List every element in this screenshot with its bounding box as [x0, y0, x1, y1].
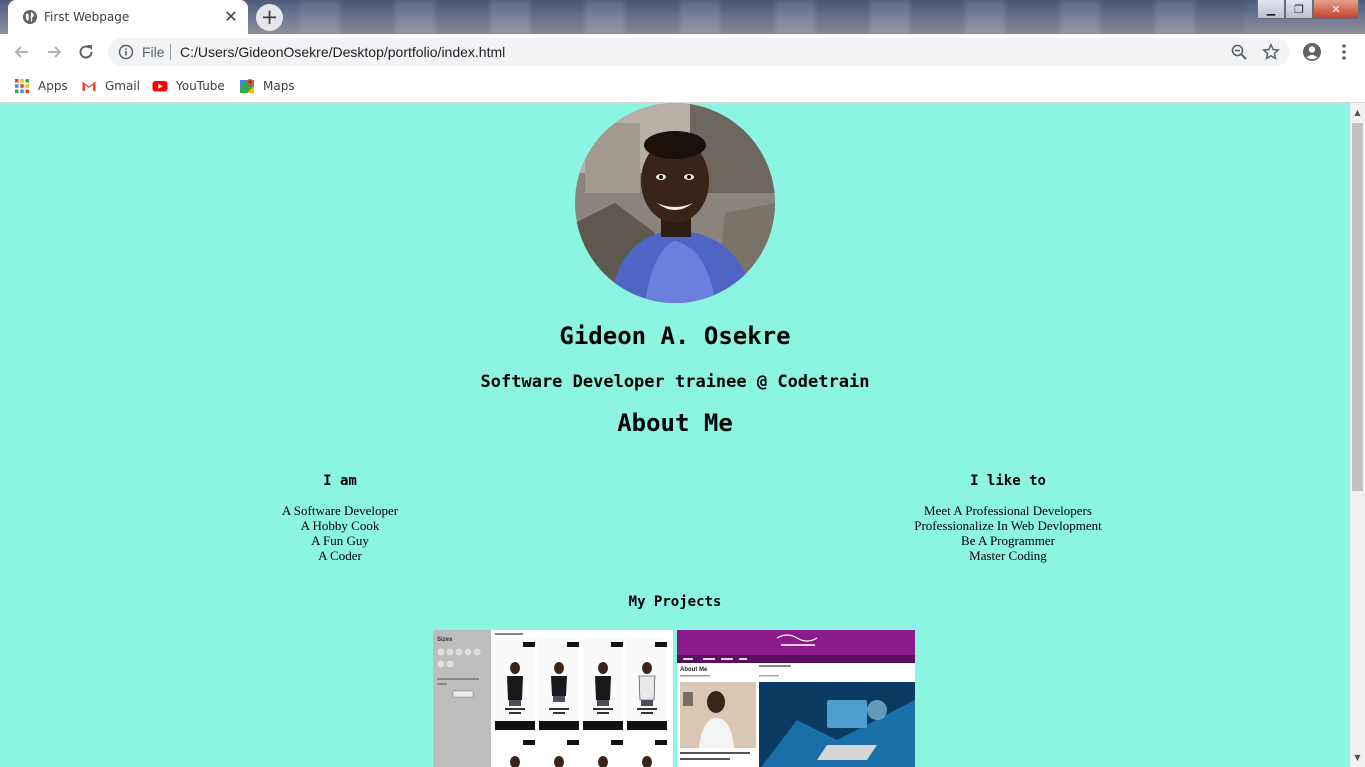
bookmark-gmail[interactable]: Gmail — [81, 75, 140, 97]
list-item: A Hobby Cook — [300, 518, 380, 533]
list-item: Master Coding — [969, 548, 1047, 563]
i-am-heading: I am — [323, 473, 357, 489]
close-icon: ✕ — [1331, 2, 1341, 16]
profile-photo — [575, 103, 775, 303]
bookmark-apps[interactable]: Apps — [14, 75, 68, 97]
bookmark-maps[interactable]: Maps — [239, 75, 295, 97]
reload-icon — [79, 45, 93, 59]
account-icon[interactable] — [1302, 42, 1322, 62]
gmail-icon — [82, 81, 96, 91]
bookmark-label: Maps — [263, 79, 295, 93]
address-bar[interactable]: File C:/Users/GideonOsekre/Desktop/portf… — [108, 38, 1290, 66]
bookmark-star-icon[interactable] — [1262, 43, 1280, 61]
scrollbar-thumb[interactable] — [1352, 123, 1363, 491]
i-like-list: Meet A Professional Developers Professio… — [858, 503, 1158, 563]
info-icon[interactable] — [118, 44, 134, 60]
list-item: Be A Programmer — [961, 533, 1055, 548]
bookmarks-bar: Apps Gmail YouTube Maps — [0, 70, 1365, 103]
i-like-section: I like to Meet A Professional Developers… — [858, 473, 1158, 563]
shop-screenshot: Sizes — [433, 630, 673, 767]
close-tab-icon[interactable]: ✕ — [222, 8, 240, 26]
back-button[interactable] — [8, 38, 36, 66]
maximize-button[interactable]: ❐ — [1285, 0, 1313, 19]
restore-icon: ❐ — [1294, 2, 1304, 16]
arrow-right-icon — [48, 46, 62, 58]
maps-icon — [240, 79, 254, 93]
tabstrip-background — [300, 0, 1245, 34]
new-tab-button[interactable]: + — [256, 4, 283, 31]
arrow-left-icon — [14, 46, 28, 58]
list-item: Professionalize In Web Devlopment — [914, 518, 1102, 533]
list-item: A Software Developer — [281, 503, 399, 518]
close-window-button[interactable]: ✕ — [1313, 0, 1359, 19]
apps-grid-icon — [15, 79, 29, 93]
scroll-down-icon[interactable]: ▼ — [1350, 750, 1365, 765]
browser-tab[interactable]: First Webpage ✕ — [8, 0, 248, 34]
profile-photo-image — [575, 103, 775, 303]
tab-strip: First Webpage ✕ + ▁ ❐ ✕ — [0, 0, 1365, 34]
i-like-heading: I like to — [970, 473, 1046, 489]
thumb-nav-heading: About Me — [680, 667, 708, 673]
thumb-caption: Sizes — [437, 637, 453, 643]
reload-button[interactable] — [72, 38, 100, 66]
browser-toolbar: File C:/Users/GideonOsekre/Desktop/portf… — [0, 34, 1365, 70]
project-thumbnail-shop[interactable]: Sizes — [433, 630, 673, 767]
forward-button[interactable] — [40, 38, 68, 66]
bookmark-youtube[interactable]: YouTube — [152, 75, 225, 97]
more-menu-icon[interactable] — [1336, 42, 1352, 62]
tab-title: First Webpage — [44, 10, 130, 24]
omnibox-divider — [170, 44, 171, 60]
zoom-out-icon[interactable] — [1230, 43, 1248, 61]
url-text[interactable]: C:/Users/GideonOsekre/Desktop/portfolio/… — [180, 44, 505, 60]
projects-heading: My Projects — [628, 594, 722, 610]
bookmark-label: Gmail — [105, 79, 141, 93]
minimize-icon: ▁ — [1266, 2, 1276, 16]
scroll-up-icon[interactable]: ▲ — [1350, 105, 1365, 120]
bookmark-label: YouTube — [176, 79, 225, 93]
bookmark-label: Apps — [38, 79, 68, 93]
list-item: Meet A Professional Developers — [924, 503, 1092, 518]
scheme-label: File — [142, 44, 165, 60]
vertical-scrollbar[interactable]: ▲ ▼ — [1350, 103, 1365, 767]
window-controls: ▁ ❐ ✕ — [1257, 0, 1359, 20]
list-item: A Fun Guy — [311, 533, 369, 548]
list-item: A Coder — [318, 548, 362, 563]
minimize-button[interactable]: ▁ — [1257, 0, 1285, 19]
i-am-list: A Software Developer A Hobby Cook A Fun … — [190, 503, 490, 563]
youtube-icon — [152, 81, 168, 92]
profile-name: Gideon A. Osekre — [559, 322, 791, 350]
project-thumbnail-portfolio[interactable]: About Me — [677, 630, 915, 767]
profile-role: Software Developer trainee @ Codetrain — [480, 372, 870, 392]
about-heading: About Me — [617, 409, 733, 437]
i-am-section: I am A Software Developer A Hobby Cook A… — [190, 473, 490, 563]
globe-icon — [23, 10, 37, 24]
page-viewport: Gideon A. Osekre Software Developer trai… — [0, 103, 1350, 767]
portfolio-screenshot: About Me — [677, 630, 915, 767]
